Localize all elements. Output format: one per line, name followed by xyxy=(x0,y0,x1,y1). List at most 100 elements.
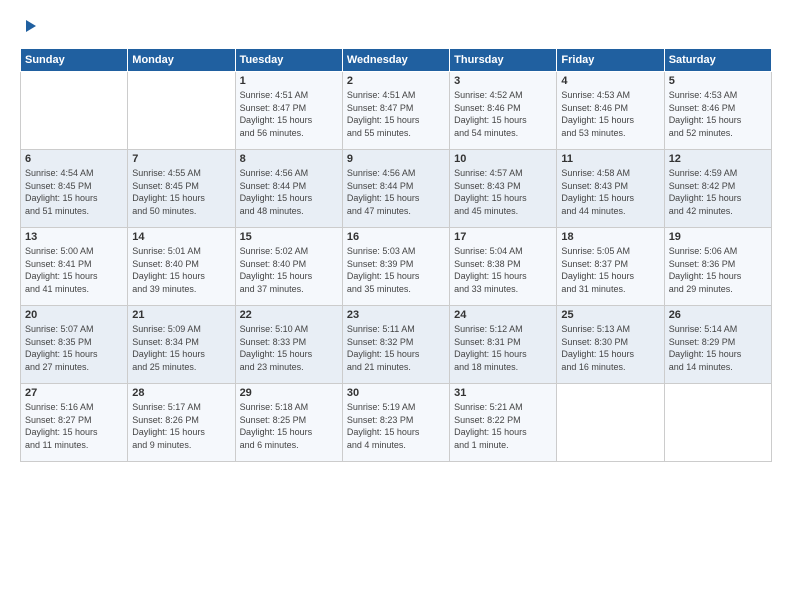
day-cell: 8 Sunrise: 4:56 AM Sunset: 8:44 PM Daylig… xyxy=(235,150,342,228)
weekday-header-tuesday: Tuesday xyxy=(235,49,342,72)
day-info: Sunrise: 5:18 AM Sunset: 8:25 PM Dayligh… xyxy=(240,402,313,450)
weekday-header-sunday: Sunday xyxy=(21,49,128,72)
day-cell: 16 Sunrise: 5:03 AM Sunset: 8:39 PM Dayli… xyxy=(342,228,449,306)
day-number: 24 xyxy=(454,309,552,321)
day-cell xyxy=(128,72,235,150)
day-info: Sunrise: 4:53 AM Sunset: 8:46 PM Dayligh… xyxy=(561,90,634,138)
day-info: Sunrise: 4:51 AM Sunset: 8:47 PM Dayligh… xyxy=(240,90,313,138)
week-row-3: 13 Sunrise: 5:00 AM Sunset: 8:41 PM Dayli… xyxy=(21,228,772,306)
day-info: Sunrise: 4:56 AM Sunset: 8:44 PM Dayligh… xyxy=(347,168,420,216)
day-cell: 10 Sunrise: 4:57 AM Sunset: 8:43 PM Dayli… xyxy=(450,150,557,228)
weekday-header-wednesday: Wednesday xyxy=(342,49,449,72)
day-cell: 2Sunrise: 4:51 AM Sunset: 8:47 PM Daylig… xyxy=(342,72,449,150)
day-number: 17 xyxy=(454,231,552,243)
day-info: Sunrise: 5:04 AM Sunset: 8:38 PM Dayligh… xyxy=(454,246,527,294)
day-cell: 24Sunrise: 5:12 AM Sunset: 8:31 PM Dayli… xyxy=(450,306,557,384)
day-info: Sunrise: 5:00 AM Sunset: 8:41 PM Dayligh… xyxy=(25,246,98,294)
week-row-2: 6 Sunrise: 4:54 AM Sunset: 8:45 PM Daylig… xyxy=(21,150,772,228)
day-cell: 18 Sunrise: 5:05 AM Sunset: 8:37 PM Dayli… xyxy=(557,228,664,306)
day-info: Sunrise: 4:56 AM Sunset: 8:44 PM Dayligh… xyxy=(240,168,313,216)
weekday-header-monday: Monday xyxy=(128,49,235,72)
day-cell: 30Sunrise: 5:19 AM Sunset: 8:23 PM Dayli… xyxy=(342,384,449,462)
day-number: 30 xyxy=(347,387,445,399)
day-cell: 15 Sunrise: 5:02 AM Sunset: 8:40 PM Dayli… xyxy=(235,228,342,306)
day-number: 25 xyxy=(561,309,659,321)
day-number: 31 xyxy=(454,387,552,399)
day-cell: 27 Sunrise: 5:16 AM Sunset: 8:27 PM Dayli… xyxy=(21,384,128,462)
day-cell: 31 Sunrise: 5:21 AM Sunset: 8:22 PM Dayli… xyxy=(450,384,557,462)
day-info: Sunrise: 5:16 AM Sunset: 8:27 PM Dayligh… xyxy=(25,402,98,450)
day-number: 6 xyxy=(25,153,123,165)
day-cell: 4 Sunrise: 4:53 AM Sunset: 8:46 PM Daylig… xyxy=(557,72,664,150)
day-info: Sunrise: 4:53 AM Sunset: 8:46 PM Dayligh… xyxy=(669,90,742,138)
day-info: Sunrise: 5:13 AM Sunset: 8:30 PM Dayligh… xyxy=(561,324,634,372)
day-cell: 17 Sunrise: 5:04 AM Sunset: 8:38 PM Dayli… xyxy=(450,228,557,306)
day-cell: 1 Sunrise: 4:51 AM Sunset: 8:47 PM Daylig… xyxy=(235,72,342,150)
day-number: 11 xyxy=(561,153,659,165)
week-row-4: 20Sunrise: 5:07 AM Sunset: 8:35 PM Dayli… xyxy=(21,306,772,384)
day-cell: 29 Sunrise: 5:18 AM Sunset: 8:25 PM Dayli… xyxy=(235,384,342,462)
weekday-header-thursday: Thursday xyxy=(450,49,557,72)
day-number: 10 xyxy=(454,153,552,165)
page: SundayMondayTuesdayWednesdayThursdayFrid… xyxy=(0,0,792,612)
day-info: Sunrise: 4:58 AM Sunset: 8:43 PM Dayligh… xyxy=(561,168,634,216)
day-info: Sunrise: 5:21 AM Sunset: 8:22 PM Dayligh… xyxy=(454,402,527,450)
week-row-5: 27 Sunrise: 5:16 AM Sunset: 8:27 PM Dayli… xyxy=(21,384,772,462)
day-number: 28 xyxy=(132,387,230,399)
day-number: 29 xyxy=(240,387,338,399)
weekday-header-saturday: Saturday xyxy=(664,49,771,72)
logo xyxy=(20,18,38,40)
calendar: SundayMondayTuesdayWednesdayThursdayFrid… xyxy=(20,48,772,462)
day-number: 27 xyxy=(25,387,123,399)
day-number: 15 xyxy=(240,231,338,243)
day-number: 5 xyxy=(669,75,767,87)
weekday-header-friday: Friday xyxy=(557,49,664,72)
day-info: Sunrise: 5:05 AM Sunset: 8:37 PM Dayligh… xyxy=(561,246,634,294)
day-cell: 11 Sunrise: 4:58 AM Sunset: 8:43 PM Dayli… xyxy=(557,150,664,228)
day-info: Sunrise: 5:01 AM Sunset: 8:40 PM Dayligh… xyxy=(132,246,205,294)
day-info: Sunrise: 5:06 AM Sunset: 8:36 PM Dayligh… xyxy=(669,246,742,294)
day-number: 26 xyxy=(669,309,767,321)
day-info: Sunrise: 5:11 AM Sunset: 8:32 PM Dayligh… xyxy=(347,324,420,372)
day-cell: 22Sunrise: 5:10 AM Sunset: 8:33 PM Dayli… xyxy=(235,306,342,384)
day-number: 9 xyxy=(347,153,445,165)
day-info: Sunrise: 5:14 AM Sunset: 8:29 PM Dayligh… xyxy=(669,324,742,372)
day-cell: 25 Sunrise: 5:13 AM Sunset: 8:30 PM Dayli… xyxy=(557,306,664,384)
day-info: Sunrise: 4:54 AM Sunset: 8:45 PM Dayligh… xyxy=(25,168,98,216)
day-number: 23 xyxy=(347,309,445,321)
day-cell: 7 Sunrise: 4:55 AM Sunset: 8:45 PM Daylig… xyxy=(128,150,235,228)
day-number: 16 xyxy=(347,231,445,243)
day-cell: 14 Sunrise: 5:01 AM Sunset: 8:40 PM Dayli… xyxy=(128,228,235,306)
day-cell: 9 Sunrise: 4:56 AM Sunset: 8:44 PM Daylig… xyxy=(342,150,449,228)
day-cell: 3 Sunrise: 4:52 AM Sunset: 8:46 PM Daylig… xyxy=(450,72,557,150)
day-number: 18 xyxy=(561,231,659,243)
day-info: Sunrise: 5:09 AM Sunset: 8:34 PM Dayligh… xyxy=(132,324,205,372)
day-number: 20 xyxy=(25,309,123,321)
day-number: 19 xyxy=(669,231,767,243)
day-cell: 5 Sunrise: 4:53 AM Sunset: 8:46 PM Daylig… xyxy=(664,72,771,150)
day-cell xyxy=(21,72,128,150)
day-number: 7 xyxy=(132,153,230,165)
day-number: 13 xyxy=(25,231,123,243)
weekday-header-row: SundayMondayTuesdayWednesdayThursdayFrid… xyxy=(21,49,772,72)
logo-icon xyxy=(22,18,38,34)
day-cell xyxy=(664,384,771,462)
day-info: Sunrise: 4:55 AM Sunset: 8:45 PM Dayligh… xyxy=(132,168,205,216)
day-info: Sunrise: 4:52 AM Sunset: 8:46 PM Dayligh… xyxy=(454,90,527,138)
day-info: Sunrise: 4:51 AM Sunset: 8:47 PM Dayligh… xyxy=(347,90,420,138)
day-number: 3 xyxy=(454,75,552,87)
day-info: Sunrise: 5:02 AM Sunset: 8:40 PM Dayligh… xyxy=(240,246,313,294)
day-number: 4 xyxy=(561,75,659,87)
day-number: 14 xyxy=(132,231,230,243)
day-cell: 23 Sunrise: 5:11 AM Sunset: 8:32 PM Dayli… xyxy=(342,306,449,384)
day-info: Sunrise: 4:59 AM Sunset: 8:42 PM Dayligh… xyxy=(669,168,742,216)
day-info: Sunrise: 4:57 AM Sunset: 8:43 PM Dayligh… xyxy=(454,168,527,216)
day-number: 1 xyxy=(240,75,338,87)
day-info: Sunrise: 5:03 AM Sunset: 8:39 PM Dayligh… xyxy=(347,246,420,294)
day-cell: 13 Sunrise: 5:00 AM Sunset: 8:41 PM Dayli… xyxy=(21,228,128,306)
day-number: 8 xyxy=(240,153,338,165)
day-cell: 6 Sunrise: 4:54 AM Sunset: 8:45 PM Daylig… xyxy=(21,150,128,228)
day-cell: 28Sunrise: 5:17 AM Sunset: 8:26 PM Dayli… xyxy=(128,384,235,462)
day-number: 21 xyxy=(132,309,230,321)
day-number: 22 xyxy=(240,309,338,321)
